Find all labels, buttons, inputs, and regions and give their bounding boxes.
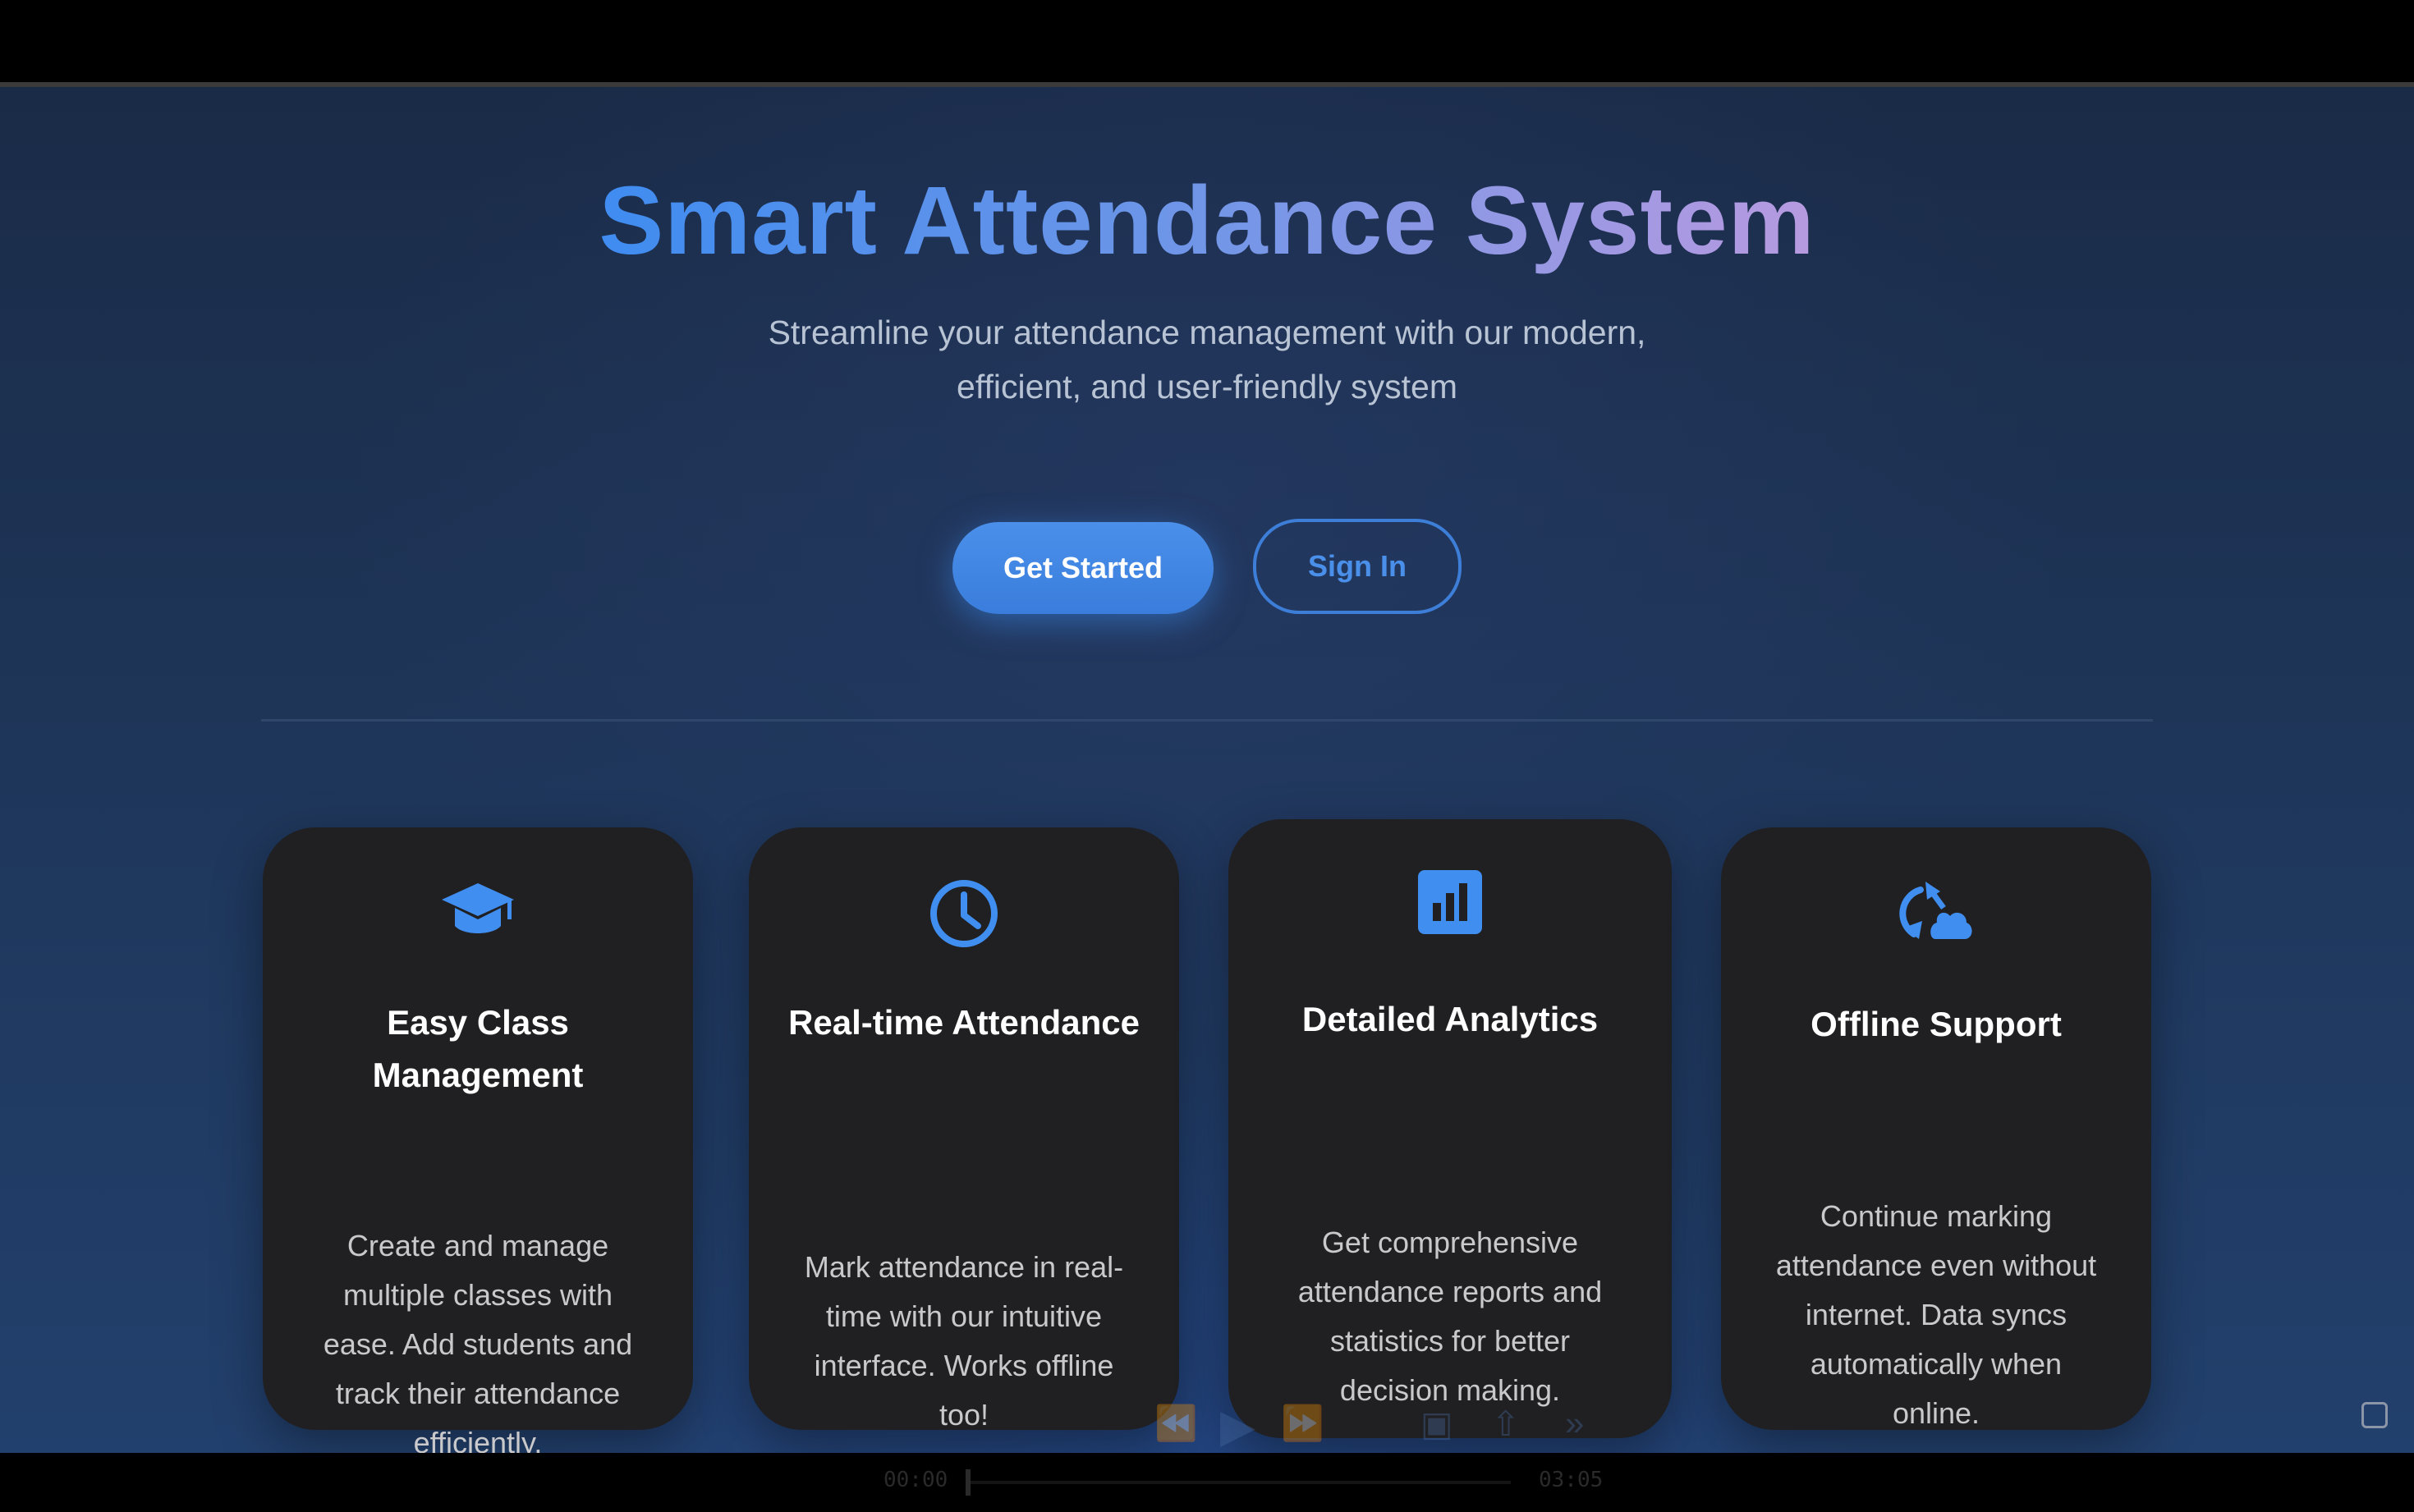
- feature-title: Easy Class Management: [372, 1003, 584, 1094]
- progress-scrubber[interactable]: [966, 1469, 971, 1496]
- feature-title: Real-time Attendance: [788, 1003, 1140, 1042]
- get-started-button[interactable]: Get Started: [952, 522, 1214, 614]
- clock-icon: [749, 878, 1179, 949]
- feature-card-analytics: Detailed Analytics Get comprehensive att…: [1228, 819, 1672, 1438]
- feature-description: Continue marking attendance even without…: [1775, 1199, 2097, 1430]
- landing-page: Smart Attendance System Streamline your …: [0, 87, 2414, 1453]
- feature-card-realtime: Real-time Attendance Mark attendance in …: [749, 827, 1179, 1432]
- cloud-sync-icon: [1721, 880, 2151, 942]
- feature-description: Get comprehensive attendance reports and…: [1297, 1226, 1603, 1407]
- video-progress-bar: 00:00 03:05: [0, 1453, 2414, 1512]
- hero-subtitle: Streamline your attendance management wi…: [768, 314, 1646, 405]
- total-time: 03:05: [1539, 1468, 1604, 1492]
- graduation-cap-icon: [263, 880, 693, 946]
- current-time: 00:00: [883, 1468, 948, 1492]
- section-divider: [261, 719, 2153, 722]
- screenshot-icon[interactable]: [2361, 1402, 2388, 1428]
- feature-title: Offline Support: [1810, 1005, 2062, 1043]
- progress-track[interactable]: [969, 1481, 1511, 1484]
- feature-card-offline: Offline Support Continue marking attenda…: [1721, 827, 2151, 1430]
- sign-in-button[interactable]: Sign In: [1253, 519, 1462, 614]
- window-top-bar: [0, 0, 2414, 82]
- hero-title: Smart Attendance System: [599, 167, 1815, 275]
- feature-card-class-management: Easy Class Management Create and manage …: [263, 827, 693, 1453]
- feature-description: Create and manage multiple classes with …: [323, 1229, 633, 1453]
- feature-description: Mark attendance in real-time with our in…: [804, 1250, 1124, 1432]
- bar-chart-icon: [1228, 870, 1672, 934]
- feature-title: Detailed Analytics: [1301, 1000, 1599, 1038]
